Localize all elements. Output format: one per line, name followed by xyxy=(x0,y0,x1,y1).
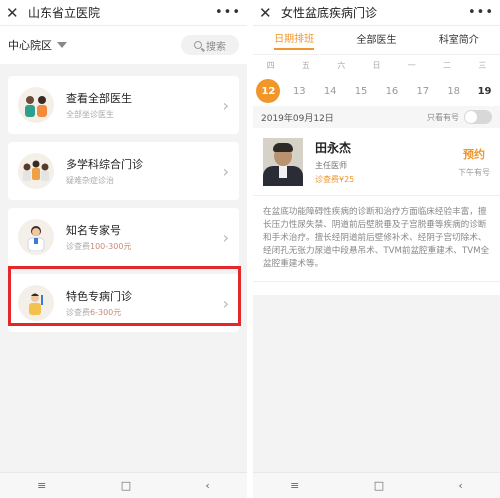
android-navbar: ≡ □ ‹ xyxy=(0,472,247,498)
selected-date-bar: 2019年09月12日 只看有号 xyxy=(253,106,500,128)
weekday: 三 xyxy=(478,61,487,70)
weekday: 二 xyxy=(443,61,452,70)
card-subtitle: 疑难杂症诊治 xyxy=(66,175,114,185)
menu-icon[interactable]: ≡ xyxy=(290,479,299,492)
campus-selector[interactable]: 中心院区 xyxy=(8,37,67,53)
date[interactable]: 16 xyxy=(380,79,404,103)
fee-range: 100-300元 xyxy=(90,241,132,251)
date[interactable]: 13 xyxy=(287,79,311,103)
date[interactable]: 18 xyxy=(442,79,466,103)
right-topbar: ✕ 女性盆底疾病门诊 ••• xyxy=(253,0,500,26)
close-icon[interactable]: ✕ xyxy=(6,4,22,22)
fee-label: 诊查费 xyxy=(66,241,90,251)
more-icon[interactable]: ••• xyxy=(215,5,241,20)
doctor-description: 在盆底功能障碍性疾病的诊断和治疗方面临床经验丰富，擅长压力性尿失禁、阴道前后壁脱… xyxy=(253,196,500,282)
chevron-right-icon: › xyxy=(222,227,229,247)
tab-all-doctors[interactable]: 全部医生 xyxy=(356,31,396,49)
left-screen: ✕ 山东省立医院 ••• 中心院区 搜索 查看全部医生 全部坐诊医生 › 多学科… xyxy=(0,0,247,498)
card-famous-experts[interactable]: 知名专家号 诊查费100-300元 › xyxy=(8,208,239,266)
doctor-photo xyxy=(263,137,303,186)
only-available-label: 只看有号 xyxy=(427,112,459,122)
weekday: 四 xyxy=(266,61,275,70)
doctors-group-icon xyxy=(18,87,54,123)
book-button[interactable]: 预约 下午有号 xyxy=(458,146,490,178)
page-title: 山东省立医院 xyxy=(28,6,101,20)
left-topbar: ✕ 山东省立医院 ••• xyxy=(0,0,247,26)
search-input[interactable]: 搜索 xyxy=(181,35,239,55)
weekday: 五 xyxy=(301,61,310,70)
close-icon[interactable]: ✕ xyxy=(259,4,275,22)
doctor-fee: 诊查费¥25 xyxy=(315,174,355,184)
date-row: 12 13 14 15 16 17 18 19 xyxy=(253,76,500,106)
date[interactable]: 19 xyxy=(473,79,497,103)
more-icon[interactable]: ••• xyxy=(468,5,494,20)
chevron-down-icon xyxy=(57,42,67,48)
weekday: 日 xyxy=(372,61,381,70)
doctor-title: 主任医师 xyxy=(315,160,347,170)
card-title: 查看全部医生 xyxy=(66,91,132,105)
card-subtitle: 全部坐诊医生 xyxy=(66,109,114,119)
date[interactable]: 14 xyxy=(318,79,342,103)
search-icon xyxy=(194,41,202,49)
tab-bar: 日期排班 全部医生 科室简介 xyxy=(253,26,500,54)
chevron-right-icon: › xyxy=(222,95,229,115)
doctor-card[interactable]: 田永杰 主任医师 诊查费¥25 预约 下午有号 xyxy=(253,128,500,196)
date-selected[interactable]: 12 xyxy=(256,79,281,103)
doctor-icon xyxy=(18,219,54,255)
date[interactable]: 15 xyxy=(349,79,373,103)
only-available-filter: 只看有号 xyxy=(427,110,492,124)
card-multidisciplinary[interactable]: 多学科综合门诊 疑难杂症诊治 › xyxy=(8,142,239,200)
screenshot: ✕ 山东省立医院 ••• 中心院区 搜索 查看全部医生 全部坐诊医生 › 多学科… xyxy=(0,0,500,498)
date[interactable]: 17 xyxy=(411,79,435,103)
empty-area xyxy=(253,295,500,498)
book-label: 预约 xyxy=(463,147,485,161)
tab-department-intro[interactable]: 科室简介 xyxy=(439,31,479,49)
weekday-row: 四 五 六 日 一 二 三 xyxy=(253,54,500,76)
only-available-toggle[interactable] xyxy=(464,110,492,124)
card-all-doctors[interactable]: 查看全部医生 全部坐诊医生 › xyxy=(8,76,239,134)
back-icon[interactable]: ‹ xyxy=(458,479,462,492)
campus-label: 中心院区 xyxy=(8,39,52,52)
card-title: 多学科综合门诊 xyxy=(66,157,143,171)
card-subtitle: 诊查费100-300元 xyxy=(66,241,223,252)
highlight-box xyxy=(8,266,241,326)
home-icon[interactable]: □ xyxy=(374,479,384,492)
back-icon[interactable]: ‹ xyxy=(205,479,209,492)
android-navbar: ≡ □ ‹ xyxy=(253,472,500,498)
team-consultation-icon xyxy=(18,153,54,189)
availability-label: 下午有号 xyxy=(458,167,490,177)
weekday: 一 xyxy=(407,61,416,70)
selected-date: 2019年09月12日 xyxy=(261,113,334,124)
page-title: 女性盆底疾病门诊 xyxy=(281,6,378,20)
right-screen: ✕ 女性盆底疾病门诊 ••• 日期排班 全部医生 科室简介 四 五 六 日 一 … xyxy=(253,0,500,498)
weekday: 六 xyxy=(337,61,346,70)
search-placeholder: 搜索 xyxy=(206,41,226,53)
menu-icon[interactable]: ≡ xyxy=(37,479,46,492)
home-icon[interactable]: □ xyxy=(121,479,131,492)
campus-row: 中心院区 搜索 xyxy=(0,26,247,64)
tab-schedule[interactable]: 日期排班 xyxy=(274,30,315,50)
chevron-right-icon: › xyxy=(222,161,229,181)
card-title: 知名专家号 xyxy=(66,223,121,237)
doctor-name: 田永杰 xyxy=(315,140,352,155)
